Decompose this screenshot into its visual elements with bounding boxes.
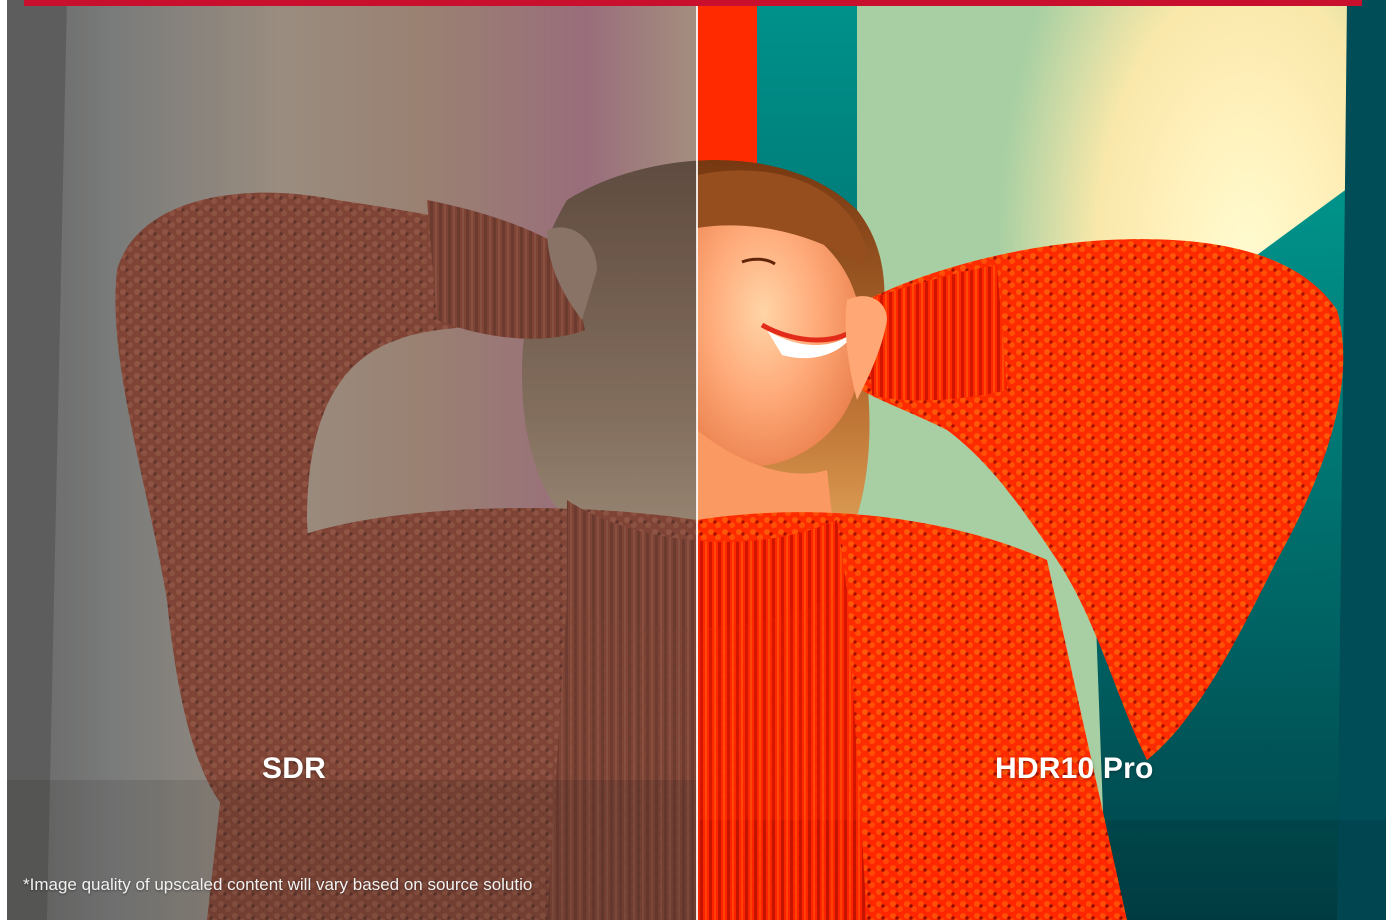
woman-in-red-sweater-photo [7, 0, 697, 920]
brand-top-bar [24, 0, 1362, 6]
comparison-banner: SDR HDR10 Pro *Image quality of upscaled… [0, 0, 1393, 920]
hdr10-pro-label: HDR10 Pro [995, 752, 1154, 785]
comparison-divider [696, 0, 698, 920]
comparison-image [7, 0, 1386, 920]
footnote-disclaimer: *Image quality of upscaled content will … [23, 875, 533, 894]
sdr-panel [7, 0, 697, 920]
sdr-label: SDR [262, 752, 326, 785]
